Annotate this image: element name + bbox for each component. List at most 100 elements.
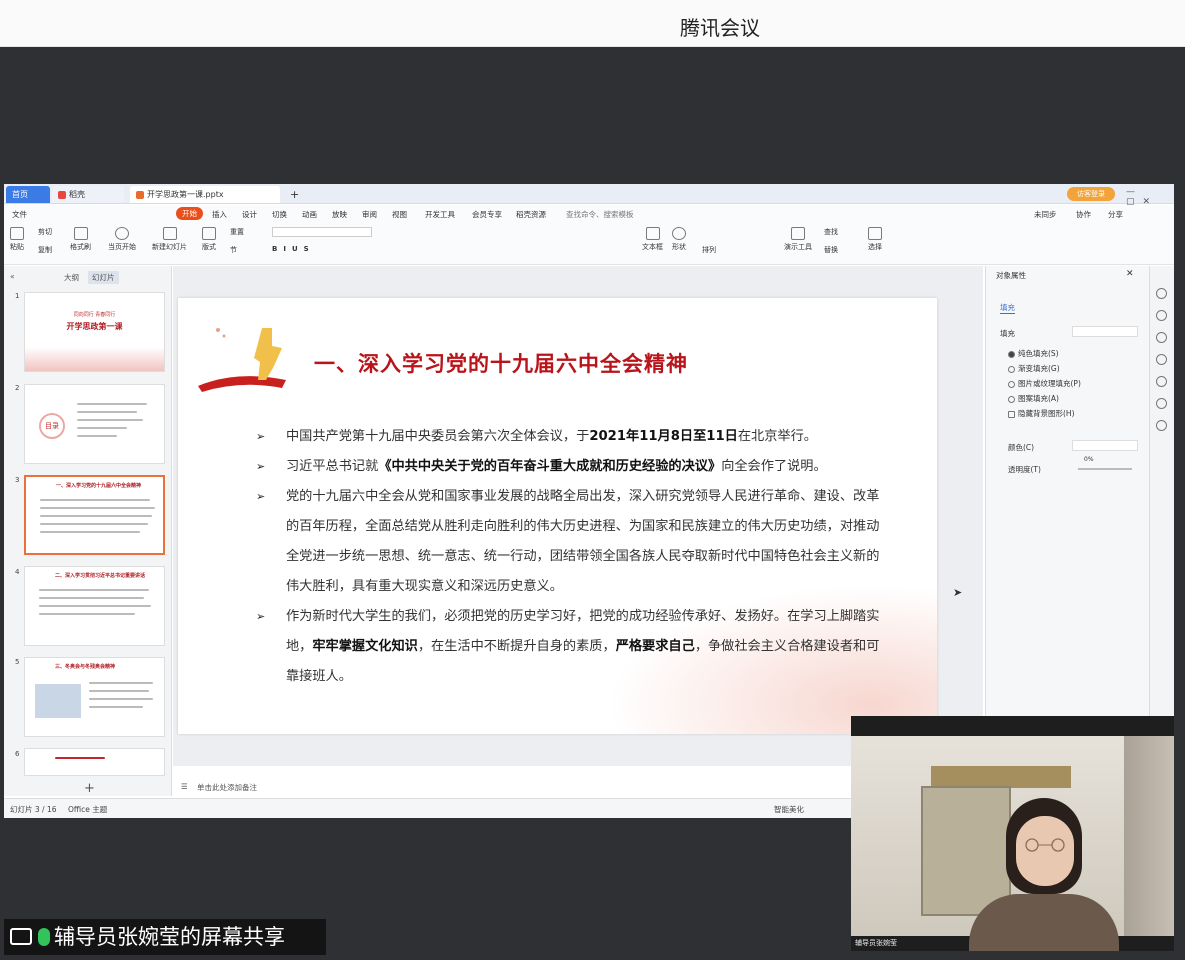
bullet-2: ➢ 习近平总书记就《中共中央关于党的百年奋斗重大成就和历史经验的决议》向全会作了说… xyxy=(256,452,886,482)
shape-button[interactable]: 形状 xyxy=(672,227,686,252)
section-button[interactable]: 节 xyxy=(230,245,237,255)
option-solid-fill[interactable]: 纯色填充(S) xyxy=(1008,348,1059,359)
slide-bullet-list: ➢ 中国共产党第十九届中央委员会第六次全体会议，于2021年11月8日至11日在北… xyxy=(256,422,886,692)
option-gradient-fill[interactable]: 渐变填充(G) xyxy=(1008,363,1060,374)
font-family-select[interactable] xyxy=(272,227,372,237)
menu-file[interactable]: 文件 xyxy=(12,209,27,220)
wps-tab-bar: 首页 稻壳 开学思政第一课.pptx + 访客登录 —▢✕ xyxy=(4,184,1174,207)
slide-thumbnail-1[interactable]: 同向同行 青春同行 开学思政第一课 xyxy=(24,292,165,372)
location-icon[interactable] xyxy=(1156,420,1167,431)
presentation-tools-button[interactable]: 演示工具 xyxy=(784,227,812,252)
tab-home[interactable]: 首页 xyxy=(6,186,50,203)
slide-thumbnail-3[interactable]: 一、深入学习党的十九届六中全会精神 xyxy=(24,475,165,555)
layout-button[interactable]: 版式 xyxy=(202,227,216,252)
paste-button[interactable]: 粘贴 xyxy=(10,227,24,252)
tab-slides[interactable]: 幻灯片 xyxy=(88,271,119,284)
hide-background-checkbox[interactable]: 隐藏背景图形(H) xyxy=(1008,408,1075,419)
menu-transition[interactable]: 切换 xyxy=(272,209,287,220)
menu-start[interactable]: 开始 xyxy=(176,207,203,220)
select-button[interactable]: 选择 xyxy=(868,227,882,252)
pin-icon[interactable] xyxy=(1156,332,1167,343)
fill-section-title[interactable]: 填充 xyxy=(1000,328,1015,339)
new-slide-button[interactable]: 新建幻灯片 xyxy=(152,227,187,252)
add-slide-button[interactable]: + xyxy=(84,781,95,796)
slide-thumbnail-6[interactable] xyxy=(24,748,165,776)
close-icon[interactable]: ✕ xyxy=(1126,269,1134,279)
thumb-line xyxy=(40,515,152,517)
login-button[interactable]: 访客登录 xyxy=(1067,187,1115,201)
transparency-label: 透明度(T) xyxy=(1008,465,1041,474)
format-painter-button[interactable]: 格式刷 xyxy=(70,227,91,252)
thumb-subtitle: 同向同行 青春同行 xyxy=(73,312,116,318)
menu-review[interactable]: 审阅 xyxy=(362,209,377,220)
transparency-slider[interactable] xyxy=(1078,468,1132,470)
menu-design[interactable]: 设计 xyxy=(242,209,257,220)
command-search[interactable]: 查找命令、搜索模板 xyxy=(566,209,634,220)
cursor-icon xyxy=(868,227,882,240)
notes-icon: ☰ xyxy=(181,782,188,791)
find-button[interactable]: 查找 xyxy=(824,227,838,237)
notes-pane[interactable]: ☰ 单击此处添加备注 xyxy=(173,780,863,794)
color-select[interactable] xyxy=(1072,440,1138,451)
mouse-cursor-icon: ➤ xyxy=(953,586,963,599)
option-pattern-fill[interactable]: 图案填充(A) xyxy=(1008,393,1059,404)
smart-beautify-button[interactable]: 智能美化 xyxy=(774,804,804,815)
share-button[interactable]: 分享 xyxy=(1108,209,1123,220)
thumb-line xyxy=(39,589,149,591)
copy-button[interactable]: 复制 xyxy=(38,245,52,255)
play-current-button[interactable]: 当页开始 xyxy=(108,227,136,252)
radio-icon xyxy=(1008,380,1015,388)
menu-member[interactable]: 会员专享 xyxy=(472,209,502,220)
shape-icon[interactable] xyxy=(1156,288,1167,299)
bullet-arrow-icon: ➢ xyxy=(256,460,266,473)
fill-select[interactable] xyxy=(1072,326,1138,337)
thumb-number: 2 xyxy=(15,384,20,392)
tab-outline[interactable]: 大纲 xyxy=(64,272,79,283)
cut-button[interactable]: 剪切 xyxy=(38,227,52,237)
new-tab-button[interactable]: + xyxy=(284,186,305,203)
help-icon[interactable] xyxy=(1156,376,1167,387)
option-picture-fill[interactable]: 图片或纹理填充(P) xyxy=(1008,378,1081,389)
arrange-button[interactable]: 排列 xyxy=(702,245,716,255)
properties-icon[interactable] xyxy=(1156,310,1167,321)
thumb-title: 目录 xyxy=(39,413,65,439)
font-style-buttons[interactable]: BIUS xyxy=(272,245,315,253)
pptx-icon xyxy=(136,190,144,199)
slide-thumbnail-5[interactable]: 三、冬奥会与冬残奥会精神 xyxy=(24,657,165,737)
app-header: 腾讯会议 xyxy=(0,0,1185,47)
tab-daoke[interactable]: 稻壳 xyxy=(52,186,124,203)
thumb-line xyxy=(39,613,135,615)
participant-video[interactable]: 辅导员张婉莹 xyxy=(851,716,1174,951)
menu-animation[interactable]: 动画 xyxy=(302,209,317,220)
panel-tabs: « 大纲 幻灯片 xyxy=(4,270,172,286)
shape-icon xyxy=(672,227,686,240)
thumb-image xyxy=(35,684,81,718)
menu-bar: 文件 开始 插入 设计 切换 动画 放映 审阅 视图 开发工具 会员专享 稻壳资… xyxy=(4,205,1174,223)
slide-thumbnail-4[interactable]: 二、深入学习贯彻习近平总书记重要讲话 xyxy=(24,566,165,646)
menu-view[interactable]: 视图 xyxy=(392,209,407,220)
replace-button[interactable]: 替换 xyxy=(824,245,838,255)
bullet-3: ➢ 党的十九届六中全会从党和国家事业发展的战略全局出发，深入研究党领导人民进行革命… xyxy=(256,482,886,602)
textbox-button[interactable]: 文本框 xyxy=(642,227,663,252)
slide-thumbnail-2[interactable]: 目录 xyxy=(24,384,165,464)
sync-status[interactable]: 未同步 xyxy=(1034,209,1057,220)
menu-insert[interactable]: 插入 xyxy=(212,209,227,220)
reset-button[interactable]: 重置 xyxy=(230,227,244,237)
video-background xyxy=(851,736,1174,951)
microphone-icon[interactable] xyxy=(38,928,50,946)
tab-document[interactable]: 开学思政第一课.pptx xyxy=(130,186,280,203)
menu-daoke[interactable]: 稻壳资源 xyxy=(516,209,546,220)
thumb-decoration xyxy=(25,347,164,371)
notes-placeholder: 单击此处添加备注 xyxy=(197,783,257,792)
menu-slideshow[interactable]: 放映 xyxy=(332,209,347,220)
collaborate-button[interactable]: 协作 xyxy=(1076,209,1091,220)
current-slide[interactable]: 一、深入学习党的十九届六中全会精神 ➢ 中国共产党第十九届中央委员会第六次全体会议… xyxy=(178,298,937,734)
thumb-title: 一、深入学习党的十九届六中全会精神 xyxy=(56,483,142,489)
window-controls[interactable]: —▢✕ xyxy=(1126,187,1174,207)
tab-fill[interactable]: 填充 xyxy=(1000,302,1015,314)
menu-devtools[interactable]: 开发工具 xyxy=(425,209,455,220)
copy-icon[interactable] xyxy=(1156,354,1167,365)
collapse-icon[interactable]: « xyxy=(10,272,15,281)
curtain xyxy=(1124,736,1174,936)
edit-icon[interactable] xyxy=(1156,398,1167,409)
